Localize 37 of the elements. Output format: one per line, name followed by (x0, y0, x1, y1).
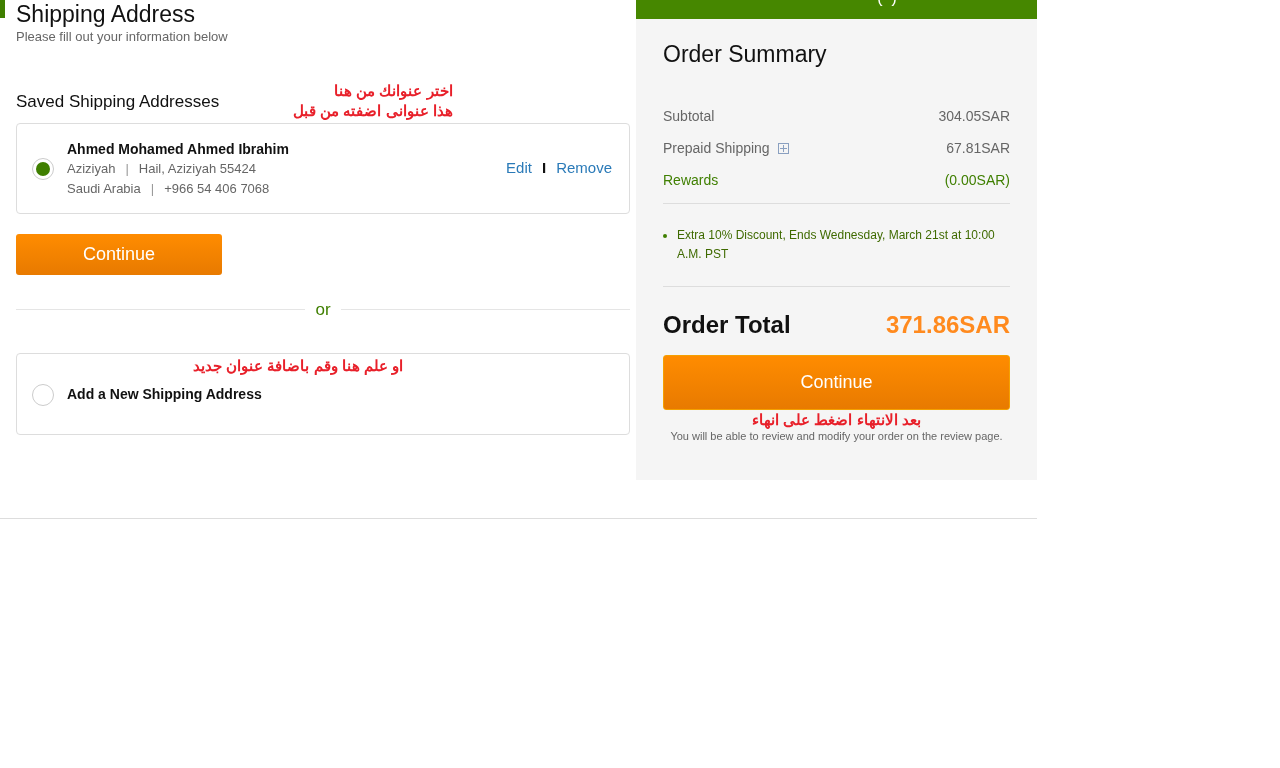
summary-value: 67.81SAR (946, 139, 1010, 158)
bullet-icon (663, 234, 667, 238)
section-heading: Saved Shipping Addresses (16, 91, 221, 113)
radio-button[interactable] (32, 157, 54, 180)
expand-icon[interactable] (777, 142, 789, 154)
address-text: Hail, Aziziyah 55424 (138, 159, 256, 178)
summary-label: Prepaid Shipping (663, 139, 770, 158)
annotation-text: او علم هنا وقم باضافة عنوان جديد (193, 355, 403, 376)
promotion-text: Extra 10% Discount, Ends Wednesday, March 21st at 10:00 A.M. PST (677, 227, 996, 263)
page-title: Shipping Address (16, 0, 196, 29)
continue-button[interactable]: Continue (663, 355, 1010, 410)
summary-label: Rewards (663, 171, 719, 190)
remove-link[interactable]: Remove (556, 157, 612, 180)
separator-text: | (150, 179, 155, 198)
annotation-text: هذا عنوانى اضفته من قبل (293, 101, 453, 121)
address-text: +966 54 406 7068 (164, 179, 270, 198)
continue-button[interactable]: Continue (16, 234, 222, 275)
option-label: Add a New Shipping Address (67, 385, 262, 404)
page-subtitle: Please fill out your information below (16, 29, 229, 45)
summary-value: (0.00SAR) (944, 171, 1010, 190)
edit-link[interactable]: Edit (506, 157, 532, 180)
address-text: Saudi Arabia (67, 179, 141, 198)
summary-label: Subtotal (663, 107, 715, 126)
summary-value: 304.05SAR (938, 107, 1010, 126)
review-note: You will be able to review and modify your order on the review page. (669, 429, 1004, 444)
annotation-text: اختر عنوانك من هنا (333, 81, 453, 101)
address-text: Aziziyah (67, 159, 116, 178)
total-label: Order Total (663, 310, 791, 340)
total-value: 371.86SAR (885, 310, 1010, 340)
annotation-text: بعد الانتهاء اضغط على انهاء (752, 411, 921, 429)
link-separator: I (541, 158, 547, 179)
recipient-name: Ahmed Mohamed Ahmed Ibrahim (67, 139, 289, 159)
radio-button[interactable] (32, 383, 54, 406)
or-text: or (314, 299, 332, 321)
separator-text: | (125, 159, 129, 178)
accent-bar (0, 0, 5, 18)
summary-title: Order Summary (663, 40, 828, 69)
